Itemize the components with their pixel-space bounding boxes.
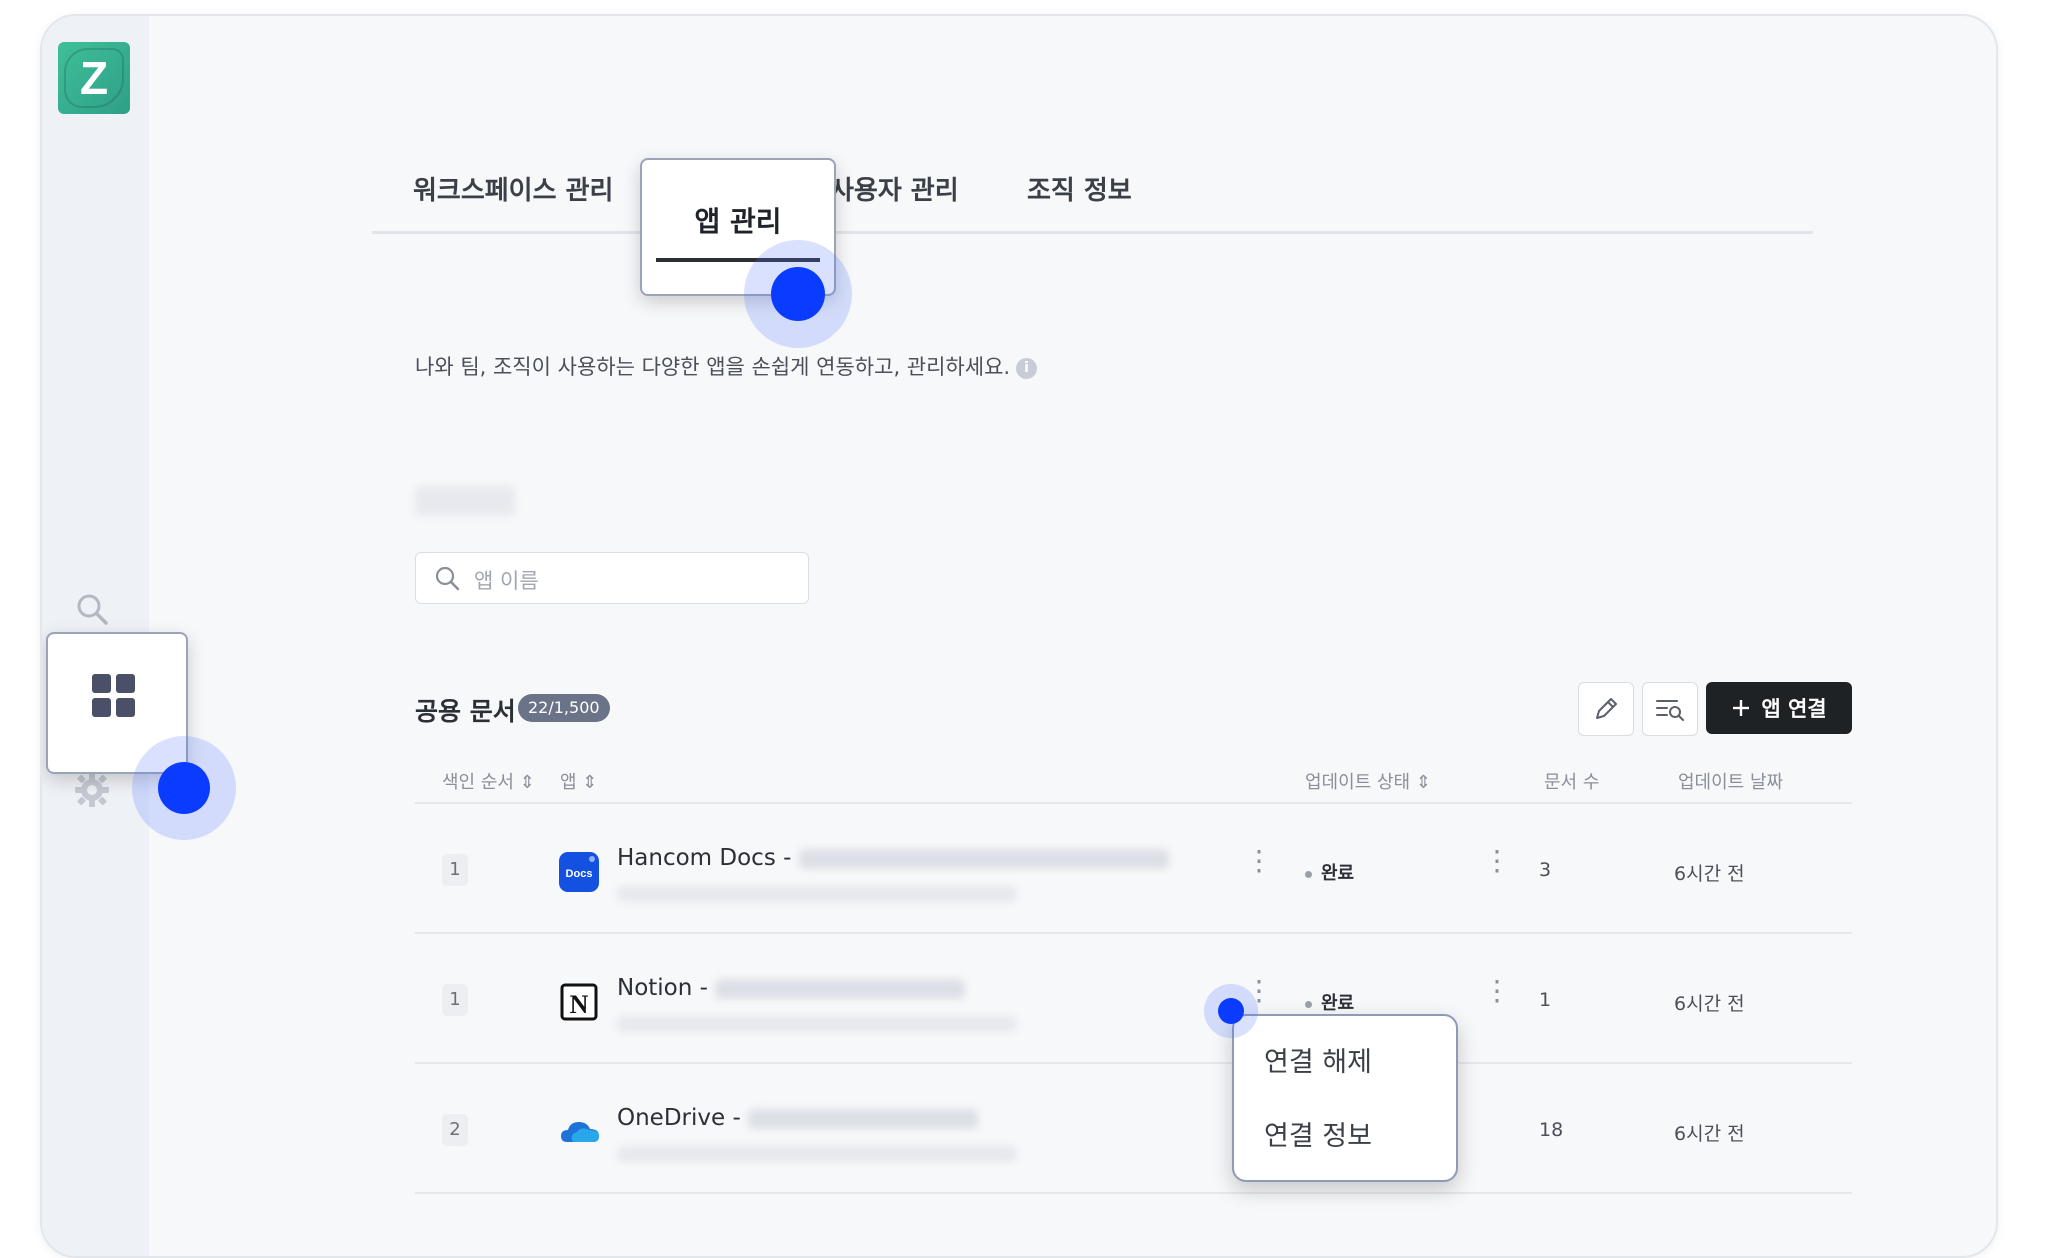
app-search-input[interactable]: 앱 이름	[415, 552, 809, 604]
menu-item-disconnect[interactable]: 연결 해제	[1264, 1040, 1372, 1079]
sort-icon: ⇕	[582, 772, 598, 793]
tab-app-management-label: 앱 관리	[694, 205, 782, 238]
apps-grid-icon	[92, 674, 136, 722]
doc-count: 18	[1539, 1119, 1564, 1141]
header-index-order-label: 색인 순서	[442, 772, 514, 793]
sort-icon: ⇕	[519, 772, 535, 793]
page-description-text: 나와 팀, 조직이 사용하는 다양한 앱을 손쉽게 연동하고, 관리하세요.	[415, 355, 1011, 379]
click-indicator-dot	[1218, 998, 1244, 1024]
redacted-account	[748, 1108, 979, 1129]
click-indicator-dot	[158, 762, 210, 814]
app-name[interactable]: Notion -	[617, 975, 966, 1001]
tab-workspace-management[interactable]: 워크스페이스 관리	[413, 170, 613, 207]
header-doc-count: 문서 수	[1544, 772, 1600, 793]
connect-app-button[interactable]: 앱 연결	[1706, 682, 1852, 734]
app-name-label: Notion -	[617, 975, 716, 1001]
status-more-icon[interactable]: ⋮	[1483, 977, 1511, 1005]
update-date: 6시간 전	[1674, 863, 1745, 885]
page-description: 나와 팀, 조직이 사용하는 다양한 앱을 손쉽게 연동하고, 관리하세요. i	[415, 351, 1038, 381]
row-index: 1	[442, 854, 468, 886]
svg-text:Docs: Docs	[566, 868, 593, 880]
redacted-account	[798, 848, 1169, 869]
settings-gear-icon[interactable]	[72, 770, 112, 810]
app-name[interactable]: Hancom Docs -	[617, 845, 1169, 871]
section-title: 공용 문서	[415, 697, 516, 726]
status-more-icon[interactable]: ⋮	[1483, 847, 1511, 875]
update-date: 6시간 전	[1674, 1123, 1745, 1145]
header-update-status-label: 업데이트 상태	[1305, 772, 1411, 793]
status-badge: 완료	[1305, 989, 1354, 1015]
header-app[interactable]: 앱 ⇕	[560, 768, 597, 794]
redacted-subtitle	[617, 1146, 1017, 1162]
workspace-logo[interactable]: Z	[58, 42, 130, 114]
doc-count: 3	[1539, 859, 1552, 881]
search-placeholder: 앱 이름	[474, 569, 539, 593]
list-search-icon	[1656, 700, 1684, 721]
info-icon[interactable]: i	[1016, 357, 1038, 379]
tab-user-management[interactable]: 사용자 관리	[830, 170, 959, 207]
status-badge: 완료	[1305, 859, 1354, 885]
svg-text:N: N	[570, 990, 589, 1019]
doc-count: 1	[1539, 989, 1552, 1011]
plus-icon	[1733, 700, 1750, 716]
table-row[interactable]: 1 N Notion - ⋮ 완료 ⋮ 1 6시간 전	[415, 934, 1852, 1062]
hancom-docs-icon: Docs	[559, 852, 599, 892]
notion-icon: N	[559, 982, 599, 1022]
table-row[interactable]: 2 OneDrive - 18 6시간 전	[415, 1064, 1852, 1192]
row-index: 2	[442, 1114, 468, 1146]
table-row[interactable]: 1 Docs Hancom Docs - ⋮ 완료 ⋮ 3 6시간 전	[415, 804, 1852, 932]
search-icon[interactable]	[72, 589, 112, 629]
header-index-order[interactable]: 색인 순서 ⇕	[442, 768, 535, 794]
logo-letter: Z	[79, 52, 109, 104]
search-icon	[434, 565, 460, 595]
edit-button[interactable]	[1578, 682, 1634, 736]
app-name-label: Hancom Docs -	[617, 845, 799, 871]
redacted-label	[415, 486, 515, 516]
click-indicator-dot	[771, 267, 825, 321]
table-divider	[415, 1192, 1852, 1194]
redacted-subtitle	[617, 886, 1017, 902]
pencil-icon	[1596, 698, 1617, 719]
row-context-menu: 연결 해제 연결 정보	[1232, 1014, 1458, 1182]
sort-icon: ⇕	[1415, 772, 1431, 793]
update-date: 6시간 전	[1674, 993, 1745, 1015]
redacted-account	[715, 978, 966, 999]
filter-search-button[interactable]	[1642, 682, 1698, 736]
redacted-subtitle	[617, 1016, 1017, 1032]
header-update-date: 업데이트 날짜	[1678, 772, 1784, 793]
app-window: Z 워크스페이스 관리 사용자 관리 조직 정보 앱 관리 나와 팀, 조직이 …	[40, 14, 1998, 1258]
menu-item-connection-info[interactable]: 연결 정보	[1264, 1114, 1372, 1153]
app-name-label: OneDrive -	[617, 1105, 749, 1131]
header-update-status[interactable]: 업데이트 상태 ⇕	[1305, 768, 1431, 794]
app-name[interactable]: OneDrive -	[617, 1105, 979, 1131]
document-count-badge: 22/1,500	[518, 694, 610, 722]
row-more-icon[interactable]: ⋮	[1245, 847, 1273, 875]
connect-app-label: 앱 연결	[1761, 697, 1827, 721]
header-app-label: 앱	[560, 772, 577, 793]
onedrive-icon	[559, 1112, 599, 1152]
tab-organization-info[interactable]: 조직 정보	[1027, 170, 1132, 207]
row-index: 1	[442, 984, 468, 1016]
